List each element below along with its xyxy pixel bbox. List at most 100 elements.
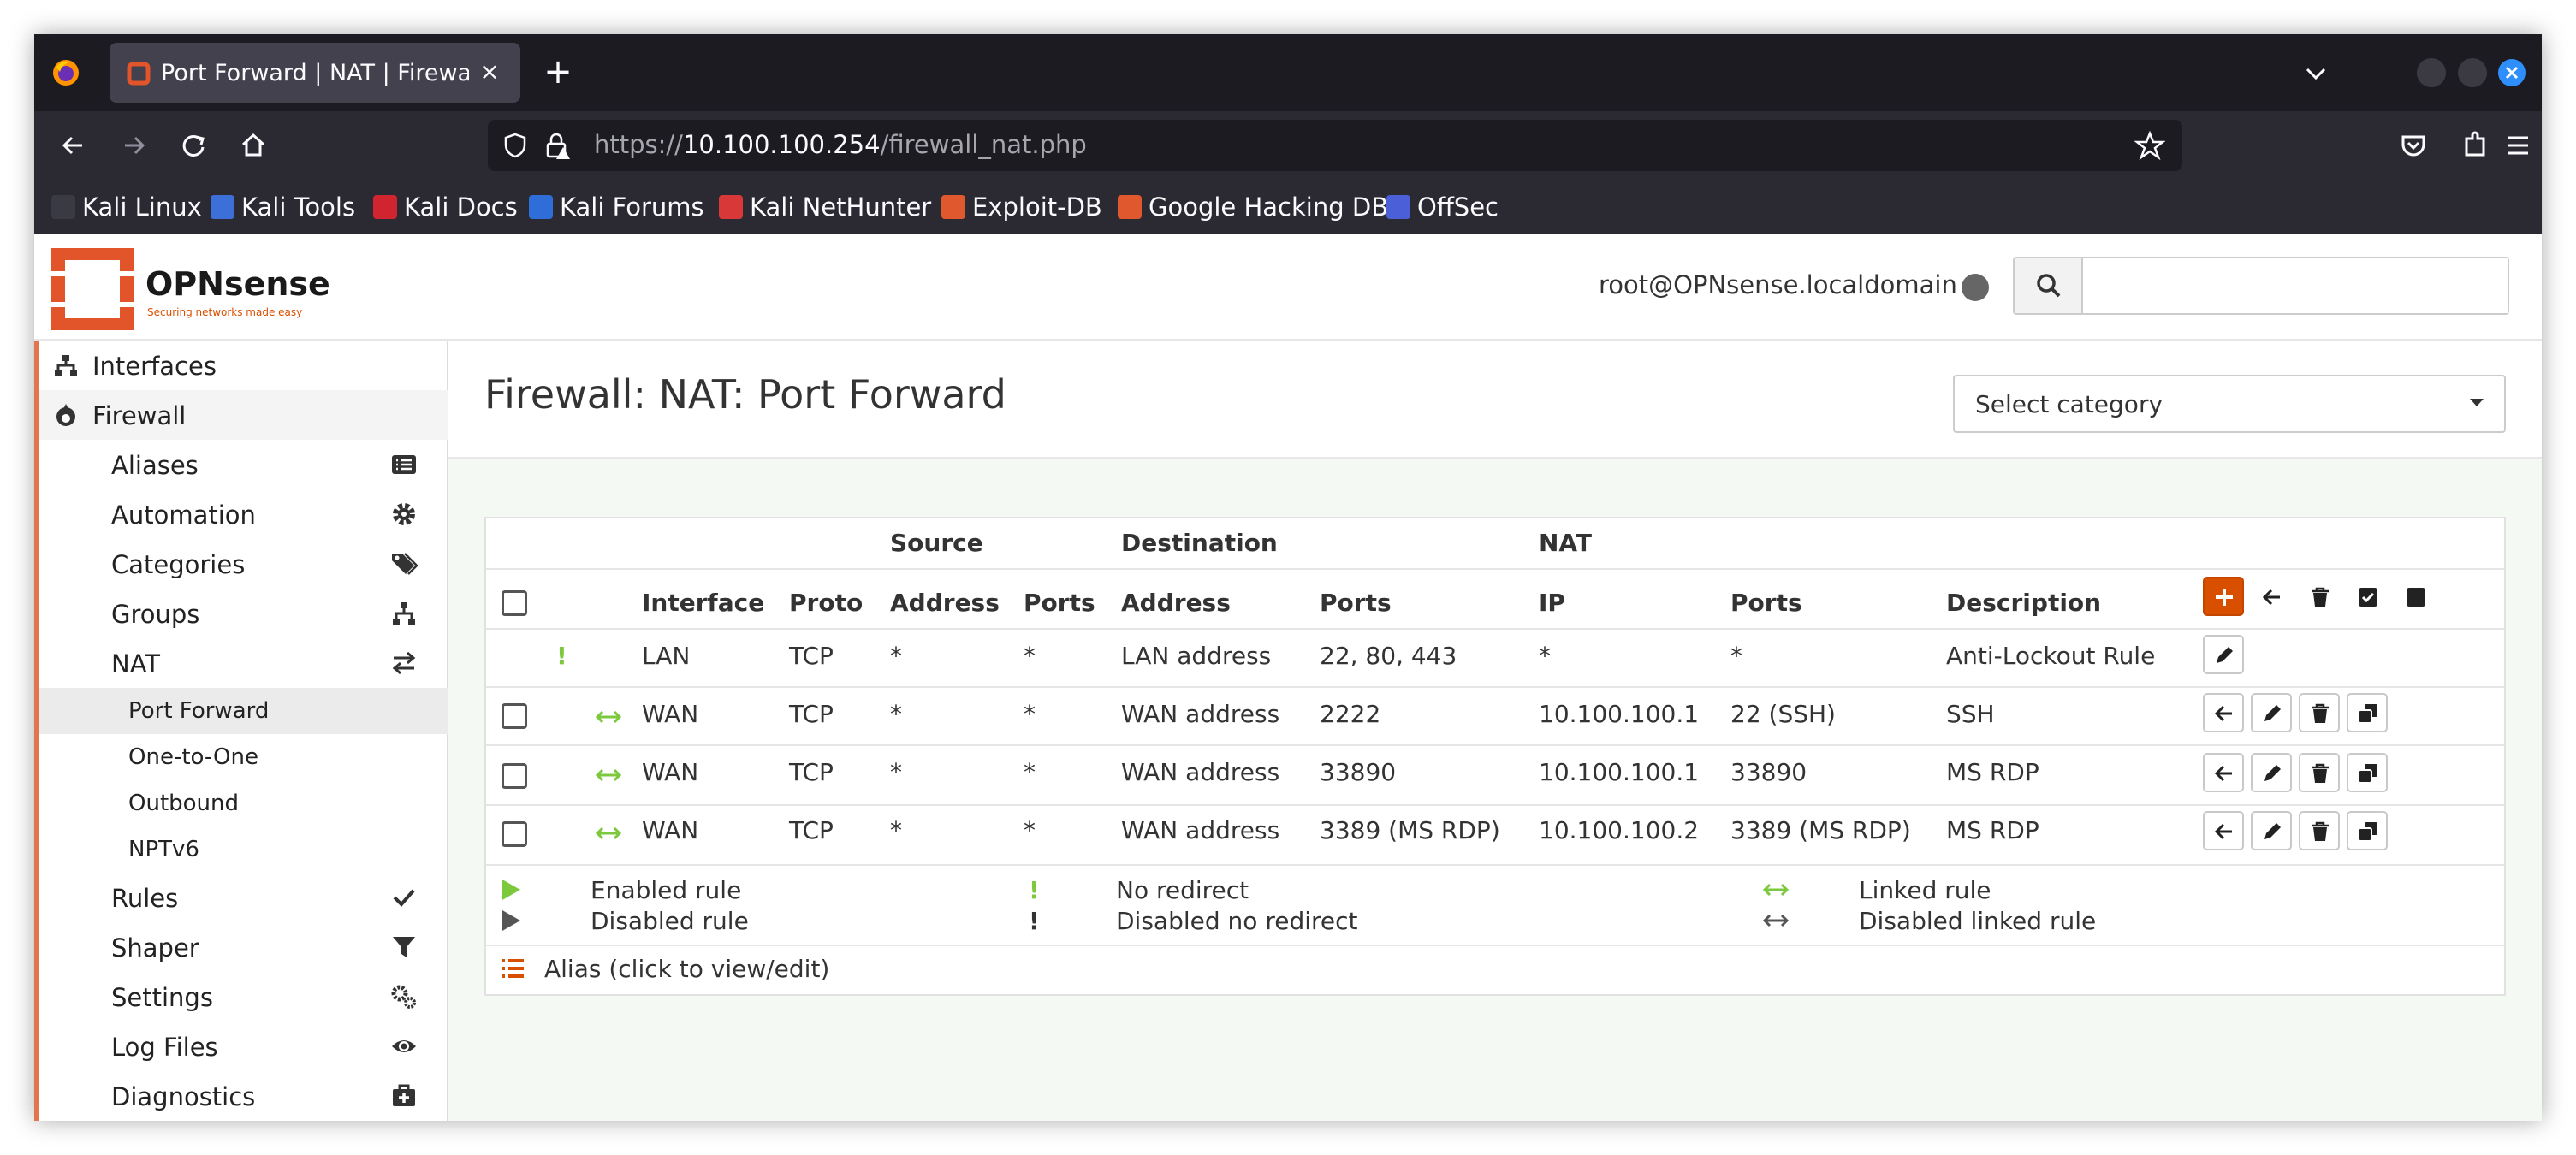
bookmark-kali-nethunter[interactable]: Kali NetHunter — [719, 192, 931, 222]
move-rule-button[interactable] — [2203, 693, 2244, 732]
column-header-nat-ports[interactable]: Ports — [1730, 589, 1802, 617]
disable-selected-button[interactable] — [2395, 577, 2436, 616]
sidebar-item-port-forward[interactable]: Port Forward — [39, 688, 448, 734]
column-header-destination-ports[interactable]: Ports — [1320, 589, 1392, 617]
maximize-button[interactable] — [2458, 58, 2487, 87]
delete-rule-button[interactable] — [2299, 753, 2340, 792]
bookmark-star-icon[interactable] — [2134, 130, 2165, 161]
sidebar-item-shaper[interactable]: Shaper — [39, 922, 448, 972]
row-checkbox[interactable] — [502, 821, 527, 847]
add-rule-button[interactable] — [2203, 577, 2244, 616]
legend-disabled-linked-rule: Disabled linked rule — [1859, 907, 2097, 935]
select-all-checkbox[interactable] — [502, 590, 527, 616]
row-proto: TCP — [789, 758, 834, 786]
delete-rule-button[interactable] — [2299, 811, 2340, 850]
row-destination-address: WAN address — [1121, 700, 1280, 728]
legend-enabled-rule: Enabled rule — [591, 876, 742, 904]
sidebar-item-categories[interactable]: Categories — [39, 539, 448, 589]
sidebar-item-settings[interactable]: Settings — [39, 972, 448, 1022]
column-header-interface[interactable]: Interface — [642, 589, 764, 617]
minimize-button[interactable] — [2417, 58, 2446, 87]
active-tab[interactable]: Port Forward | NAT | Firewall × — [110, 43, 520, 103]
url-text[interactable]: https://10.100.100.254/firewall_nat.php — [594, 130, 1087, 161]
edit-rule-button[interactable] — [2203, 635, 2244, 674]
medkit-icon — [393, 1084, 415, 1106]
kali-dragon-icon — [51, 195, 75, 219]
extensions-icon[interactable] — [2456, 127, 2494, 164]
status-indicator[interactable] — [1962, 274, 1989, 301]
column-header-nat-ip[interactable]: IP — [1539, 589, 1565, 617]
sidebar-item-outbound[interactable]: Outbound — [39, 780, 448, 826]
divider — [486, 804, 2504, 806]
close-window-icon[interactable] — [2497, 58, 2526, 87]
move-rule-button[interactable] — [2203, 753, 2244, 792]
forward-arrow-icon[interactable] — [115, 127, 152, 164]
sidebar-item-aliases[interactable]: Aliases — [39, 440, 448, 489]
column-header-source-ports[interactable]: Ports — [1024, 589, 1095, 617]
clone-rule-button[interactable] — [2347, 811, 2388, 850]
sidebar-item-rules[interactable]: Rules — [39, 873, 448, 922]
reload-icon[interactable] — [175, 127, 212, 164]
sidebar-item-automation[interactable]: Automation — [39, 489, 448, 539]
home-icon[interactable] — [234, 127, 272, 164]
sidebar-item-one-to-one[interactable]: One-to-One — [39, 734, 448, 780]
sidebar-item-interfaces[interactable]: Interfaces — [39, 341, 448, 390]
bookmark-kali-linux[interactable]: Kali Linux — [51, 192, 202, 222]
disabled-rule-play-icon — [502, 910, 520, 931]
row-source-address: * — [890, 642, 902, 670]
pencil-icon — [2264, 823, 2281, 839]
tab-bar: Port Forward | NAT | Firewall × + — [34, 34, 2542, 111]
sidebar-item-label: Interfaces — [92, 352, 217, 381]
column-header-source-address[interactable]: Address — [890, 589, 1000, 617]
bookmark-exploit-db[interactable]: Exploit-DB — [941, 192, 1102, 222]
sidebar-item-nat[interactable]: NAT — [39, 638, 448, 688]
move-rule-button[interactable] — [2203, 811, 2244, 850]
pocket-icon[interactable] — [2395, 127, 2432, 164]
edit-rule-button[interactable] — [2251, 753, 2292, 792]
sidebar-item-firewall[interactable]: Firewall — [39, 390, 448, 440]
bookmark-kali-tools[interactable]: Kali Tools — [211, 192, 355, 222]
column-header-description[interactable]: Description — [1946, 589, 2101, 617]
delete-selected-button[interactable] — [2299, 577, 2340, 616]
chevron-down-icon[interactable] — [2300, 58, 2331, 89]
url-bar[interactable]: https://10.100.100.254/firewall_nat.php — [488, 120, 2182, 171]
check-square-icon — [2359, 588, 2377, 607]
bookmark-kali-forums[interactable]: Kali Forums — [529, 192, 704, 222]
bookmark-offsec[interactable]: OffSec — [1386, 192, 1499, 222]
hamburger-menu-icon[interactable] — [2499, 127, 2537, 164]
bookmark-kali-docs[interactable]: Kali Docs — [373, 192, 518, 222]
row-checkbox[interactable] — [502, 763, 527, 789]
close-tab-icon[interactable]: × — [476, 58, 503, 86]
sidebar-item-groups[interactable]: Groups — [39, 589, 448, 638]
back-arrow-icon[interactable] — [55, 127, 92, 164]
search-button[interactable] — [2015, 258, 2083, 313]
column-header-proto[interactable]: Proto — [789, 589, 863, 617]
clone-rule-button[interactable] — [2347, 693, 2388, 732]
edit-rule-button[interactable] — [2251, 811, 2292, 850]
new-tab-button[interactable]: + — [541, 55, 575, 89]
sidebar-item-log-files[interactable]: Log Files — [39, 1022, 448, 1071]
column-header-destination-address[interactable]: Address — [1121, 589, 1231, 617]
row-proto: TCP — [789, 816, 834, 844]
row-nat-ports: * — [1730, 642, 1742, 670]
category-select[interactable]: Select category — [1953, 375, 2506, 433]
sidebar-item-diagnostics[interactable]: Diagnostics — [39, 1071, 448, 1121]
row-nat-ports: 3389 (MS RDP) — [1730, 816, 1911, 844]
delete-rule-button[interactable] — [2299, 693, 2340, 732]
edit-rule-button[interactable] — [2251, 693, 2292, 732]
enable-selected-button[interactable] — [2347, 577, 2388, 616]
bookmark-google-hacking-db[interactable]: Google Hacking DB — [1118, 192, 1388, 222]
row-checkbox[interactable] — [502, 703, 527, 729]
lock-warning-icon[interactable] — [541, 130, 572, 161]
clone-rule-button[interactable] — [2347, 753, 2388, 792]
alias-list-icon — [502, 959, 524, 978]
search-input[interactable] — [2085, 258, 2508, 313]
move-selected-button[interactable] — [2251, 577, 2292, 616]
row-nat-ip: 10.100.100.1 — [1539, 700, 1700, 728]
row-destination-ports: 22, 80, 443 — [1320, 642, 1457, 670]
firefox-menu-icon[interactable] — [51, 58, 80, 87]
sidebar-item-nptv6[interactable]: NPTv6 — [39, 826, 448, 873]
user-menu[interactable]: root@OPNsense.localdomain — [1599, 270, 1957, 299]
shield-icon[interactable] — [500, 130, 531, 161]
opnsense-logo-icon[interactable] — [50, 248, 135, 330]
